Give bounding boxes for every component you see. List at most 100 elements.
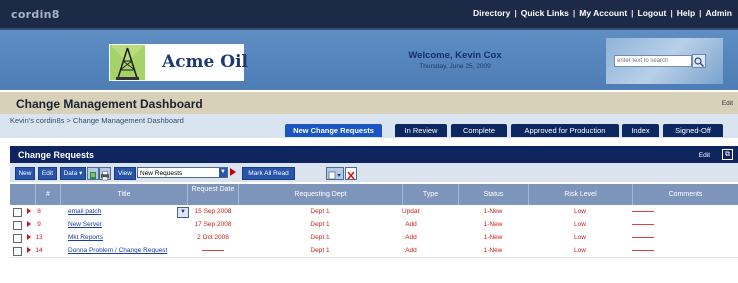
help-link[interactable]: Help xyxy=(677,8,695,18)
page-title: Change Management Dashboard xyxy=(16,97,203,111)
top-links: Directory | Quick Links | My Account | Logout |… xyxy=(473,8,732,18)
row-requesting-dept: Dept 1 xyxy=(310,247,330,254)
logout-link[interactable]: Logout xyxy=(638,8,667,18)
row-status: 1-New xyxy=(483,234,503,241)
row-checkbox[interactable] xyxy=(13,208,22,217)
row-status: 1-New xyxy=(483,221,503,228)
select-all-column xyxy=(10,184,35,205)
view-select[interactable]: New Requests xyxy=(137,167,228,178)
column-header-comments[interactable]: Comments xyxy=(632,184,738,205)
row-comments xyxy=(632,205,654,218)
row-type: Add xyxy=(405,234,417,241)
row-checkbox[interactable] xyxy=(13,247,22,256)
column-header-status[interactable]: Status xyxy=(458,184,528,205)
column-header-risk-level[interactable]: Risk Level xyxy=(528,184,632,205)
flag-icon xyxy=(27,234,31,240)
new-button[interactable]: New xyxy=(15,167,35,180)
search-button[interactable] xyxy=(692,54,706,68)
row-requesting-dept: Dept 1 xyxy=(310,221,330,228)
row-risk-level: Low xyxy=(574,234,586,241)
tab-new-change-requests[interactable]: New Change Requests xyxy=(285,124,382,137)
admin-link[interactable]: Admin xyxy=(706,8,732,18)
empty-value-line xyxy=(632,236,654,238)
row-risk-level: Low xyxy=(574,221,586,228)
mark-all-read-button[interactable]: Mark All Read xyxy=(242,167,295,180)
row-type: Update xyxy=(402,208,420,215)
maximize-icon[interactable]: ⧉ xyxy=(722,149,733,160)
row-risk-level: Low xyxy=(574,247,586,254)
empty-value-line xyxy=(632,223,654,225)
row-number: 13 xyxy=(35,234,43,241)
row-type: Add xyxy=(405,247,417,254)
row-title-link[interactable]: New Server xyxy=(68,218,168,231)
separator: | xyxy=(670,8,673,18)
export-icon[interactable] xyxy=(87,167,99,180)
row-comments xyxy=(632,244,654,257)
row-title-link[interactable]: Donna Problem / Change Request xyxy=(68,244,178,257)
flag-icon xyxy=(27,247,31,253)
data-menu-button[interactable]: Data ▾ xyxy=(60,167,86,180)
separator: | xyxy=(572,8,576,18)
app-name: cordin8 xyxy=(11,8,60,21)
panel-title: Change Requests xyxy=(18,150,95,160)
row-title-link[interactable]: email patch xyxy=(68,205,168,218)
flag-icon xyxy=(27,221,31,227)
tab-index[interactable]: Index xyxy=(622,124,659,137)
column-header-requesting-dept[interactable]: Requesting Dept xyxy=(238,184,402,205)
tab-in-review[interactable]: In Review xyxy=(395,124,447,137)
column-header-label: # xyxy=(46,191,50,198)
row-number: 14 xyxy=(35,247,43,254)
row-status: 1-New xyxy=(483,208,503,215)
directory-link[interactable]: Directory xyxy=(473,8,510,18)
logo-text: Acme Oil xyxy=(162,52,248,72)
close-icon[interactable] xyxy=(345,167,357,180)
go-arrow-icon[interactable] xyxy=(230,168,236,176)
row-request-date xyxy=(202,244,224,257)
column-header-label: Request Date xyxy=(191,186,235,193)
row-request-date: 2 Oct 2008 xyxy=(197,234,229,241)
column-header-label: Title xyxy=(117,191,131,198)
flag-icon xyxy=(27,208,31,214)
page-edit-link[interactable]: Edit xyxy=(722,100,733,107)
filter-menu-icon[interactable] xyxy=(326,167,344,180)
row-comments xyxy=(632,218,654,231)
oil-derrick-icon xyxy=(110,45,145,80)
empty-value-line xyxy=(202,249,224,251)
row-checkbox[interactable] xyxy=(13,234,22,243)
row-type: Add xyxy=(405,221,417,228)
search-input[interactable] xyxy=(614,55,692,67)
row-requesting-dept: Dept 1 xyxy=(310,208,330,215)
print-icon[interactable] xyxy=(99,167,111,181)
my-account-link[interactable]: My Account xyxy=(579,8,627,18)
column-header-type[interactable]: Type xyxy=(402,184,458,205)
tab-signed-off[interactable]: Signed-Off xyxy=(663,124,723,137)
column-header-label: Type xyxy=(422,191,439,198)
tab-approved-for-production[interactable]: Approved for Production xyxy=(511,124,619,137)
column-header-label: Status xyxy=(483,191,504,198)
row-status: 1-New xyxy=(483,247,503,254)
breadcrumb[interactable]: Kevin's cordin8s > Change Management Das… xyxy=(10,116,184,125)
column-header-label: Risk Level xyxy=(564,191,597,198)
welcome-text: Welcome, Kevin Cox xyxy=(408,50,502,61)
column-header-request-date[interactable]: Request Date xyxy=(187,184,238,205)
panel-edit-link[interactable]: Edit xyxy=(699,152,710,159)
row-title-link[interactable]: Mkt Reports xyxy=(68,231,168,244)
separator: | xyxy=(514,8,517,18)
empty-value-line xyxy=(632,210,654,212)
column-header-label: Requesting Dept xyxy=(294,191,347,198)
chevron-down-icon[interactable]: ▼ xyxy=(219,168,227,177)
row-request-date: 15 Sep 2008 xyxy=(194,208,232,215)
separator: | xyxy=(631,8,634,18)
row-requesting-dept: Dept 1 xyxy=(310,234,330,241)
row-number: 8 xyxy=(37,208,41,215)
column-header-number[interactable]: # xyxy=(35,184,60,205)
tab-complete[interactable]: Complete xyxy=(451,124,507,137)
row-risk-level: Low xyxy=(574,208,586,215)
quick-links-link[interactable]: Quick Links xyxy=(521,8,569,18)
edit-button[interactable]: Edit xyxy=(38,167,57,180)
separator: | xyxy=(699,8,702,18)
column-header-label: Comments xyxy=(668,191,703,198)
row-comments xyxy=(632,231,654,244)
column-header-title[interactable]: Title xyxy=(60,184,187,205)
row-checkbox[interactable] xyxy=(13,221,22,230)
